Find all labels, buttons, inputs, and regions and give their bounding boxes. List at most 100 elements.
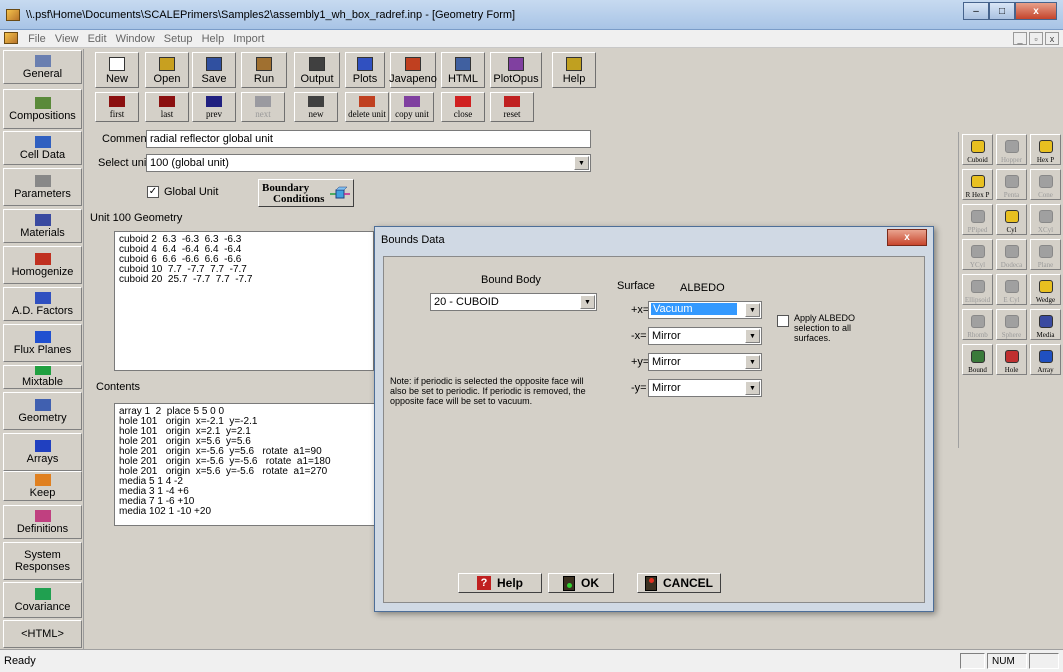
nav-general-button[interactable]: General <box>3 50 82 84</box>
num-lock-indicator: NUM <box>987 653 1027 669</box>
geometry-textarea[interactable]: cuboid 2 6.3 -6.3 6.3 -6.3 cuboid 4 6.4 … <box>114 231 374 371</box>
nav-homogenize-button[interactable]: Homogenize <box>3 246 82 284</box>
apply-all-checkbox[interactable] <box>777 315 789 327</box>
shape-hexp-button[interactable]: Hex P <box>1030 134 1061 165</box>
shape-hole-button[interactable]: Hole <box>996 344 1027 375</box>
mdi-minimize-button[interactable]: _ <box>1013 32 1027 45</box>
shape-rhomb-button[interactable]: Rhomb <box>962 309 993 340</box>
albedo-select[interactable]: Mirror ▼ <box>648 353 762 371</box>
shape-cone-button[interactable]: Cone <box>1030 169 1061 200</box>
html-button[interactable]: HTML <box>441 52 485 88</box>
shape-media-button[interactable]: Media <box>1030 309 1061 340</box>
menu-help[interactable]: Help <box>199 31 228 47</box>
shape-plane-button[interactable]: Plane <box>1030 239 1061 270</box>
hopper-icon <box>1004 140 1019 153</box>
new-unit-button[interactable]: new <box>294 92 338 122</box>
shape-ellipsoid-button[interactable]: Ellipsoid <box>962 274 993 305</box>
minimize-button[interactable]: – <box>963 2 989 20</box>
cancel-button[interactable]: CANCEL <box>637 573 721 593</box>
shape-sphere-button[interactable]: Sphere <box>996 309 1027 340</box>
albedo-value: Mirror <box>652 382 681 394</box>
javapeno-button[interactable]: Javapeno <box>389 52 437 88</box>
prev-button[interactable]: prev <box>192 92 236 122</box>
plots-button[interactable]: Plots <box>345 52 385 88</box>
mdi-restore-button[interactable]: ▫ <box>1029 32 1043 45</box>
delete-unit-button[interactable]: delete unit <box>345 92 389 122</box>
dialog-close-button[interactable]: x <box>887 229 927 246</box>
nav-keep-button[interactable]: Keep <box>3 471 82 501</box>
nav-materials-button[interactable]: Materials <box>3 209 82 243</box>
shape-cyl-button[interactable]: Cyl <box>996 204 1027 235</box>
first-button[interactable]: first <box>95 92 139 122</box>
chevron-down-icon[interactable]: ▼ <box>574 156 589 170</box>
nav-arrays-button[interactable]: Arrays <box>3 433 82 471</box>
plotopus-button[interactable]: PlotOpus <box>490 52 542 88</box>
nav-mixtable-button[interactable]: Mixtable <box>3 365 82 389</box>
chevron-down-icon[interactable]: ▼ <box>745 303 760 317</box>
select-unit-value: 100 (global unit) <box>150 157 229 169</box>
comment-input[interactable]: radial reflector global unit <box>146 130 591 148</box>
close-window-button[interactable]: x <box>1015 2 1057 20</box>
menu-view[interactable]: View <box>52 31 82 47</box>
menu-file[interactable]: File <box>25 31 49 47</box>
new-button[interactable]: New <box>95 52 139 88</box>
chevron-down-icon[interactable]: ▼ <box>745 329 760 343</box>
chevron-down-icon[interactable]: ▼ <box>745 381 760 395</box>
nav-covariance-button[interactable]: Covariance <box>3 582 82 618</box>
nav-system-responses-button[interactable]: System Responses <box>3 542 82 580</box>
nav-html-button[interactable]: <HTML> <box>3 620 82 648</box>
boundary-conditions-button[interactable]: Boundary Conditions <box>258 179 354 207</box>
chevron-down-icon[interactable]: ▼ <box>580 295 595 309</box>
nav-cell-data-button[interactable]: Cell Data <box>3 131 82 165</box>
nav-compositions-button[interactable]: Compositions <box>3 89 82 129</box>
save-button[interactable]: Save <box>192 52 236 88</box>
shape-cuboid-button[interactable]: Cuboid <box>962 134 993 165</box>
shape-array-button[interactable]: Array <box>1030 344 1061 375</box>
menu-setup[interactable]: Setup <box>161 31 196 47</box>
shape-xcyl-button[interactable]: XCyl <box>1030 204 1061 235</box>
global-unit-checkbox[interactable]: ✓ <box>147 186 159 198</box>
contents-textarea[interactable]: array 1 2 place 5 5 0 0 hole 101 origin … <box>114 403 376 526</box>
close-button[interactable]: close <box>441 92 485 122</box>
shape-ycyl-button[interactable]: YCyl <box>962 239 993 270</box>
output-button[interactable]: Output <box>294 52 340 88</box>
maximize-button[interactable]: □ <box>989 2 1015 20</box>
nav-ad-factors-button[interactable]: A.D. Factors <box>3 287 82 321</box>
mdi-close-button[interactable]: x <box>1045 32 1059 45</box>
shape-wedge-button[interactable]: Wedge <box>1030 274 1061 305</box>
mdi-app-icon[interactable] <box>4 32 18 44</box>
ok-button[interactable]: OK <box>548 573 614 593</box>
reset-button[interactable]: reset <box>490 92 534 122</box>
shape-penta-button[interactable]: Penta <box>996 169 1027 200</box>
html-label: HTML <box>448 73 478 85</box>
copy-unit-button[interactable]: copy unit <box>390 92 434 122</box>
albedo-select[interactable]: Vacuum ▼ <box>648 301 762 319</box>
open-button[interactable]: Open <box>145 52 189 88</box>
albedo-select[interactable]: Mirror ▼ <box>648 327 762 345</box>
definitions-icon <box>34 509 51 522</box>
plane-icon <box>1038 245 1053 258</box>
geometry-icon <box>34 398 51 411</box>
shape-ecyl-button[interactable]: E Cyl <box>996 274 1027 305</box>
nav-parameters-button[interactable]: Parameters <box>3 168 82 206</box>
bound-body-dropdown[interactable]: 20 - CUBOID ▼ <box>430 293 597 311</box>
help-button[interactable]: ? Help <box>458 573 542 593</box>
shape-rhexp-button[interactable]: R Hex P <box>962 169 993 200</box>
nav-geometry-button[interactable]: Geometry <box>3 392 82 430</box>
menu-edit[interactable]: Edit <box>85 31 110 47</box>
shape-hopper-button[interactable]: Hopper <box>996 134 1027 165</box>
albedo-select[interactable]: Mirror ▼ <box>648 379 762 397</box>
select-unit-dropdown[interactable]: 100 (global unit) ▼ <box>146 154 591 172</box>
shape-dodeca-button[interactable]: Dodeca <box>996 239 1027 270</box>
menu-import[interactable]: Import <box>230 31 267 47</box>
menu-window[interactable]: Window <box>113 31 158 47</box>
help-button[interactable]: Help <box>552 52 596 88</box>
nav-definitions-button[interactable]: Definitions <box>3 505 82 539</box>
chevron-down-icon[interactable]: ▼ <box>745 355 760 369</box>
next-icon <box>255 96 271 107</box>
run-button[interactable]: Run <box>241 52 287 88</box>
shape-bound-button[interactable]: Bound <box>962 344 993 375</box>
nav-flux-planes-button[interactable]: Flux Planes <box>3 324 82 362</box>
shape-ppiped-button[interactable]: PPiped <box>962 204 993 235</box>
last-button[interactable]: last <box>145 92 189 122</box>
